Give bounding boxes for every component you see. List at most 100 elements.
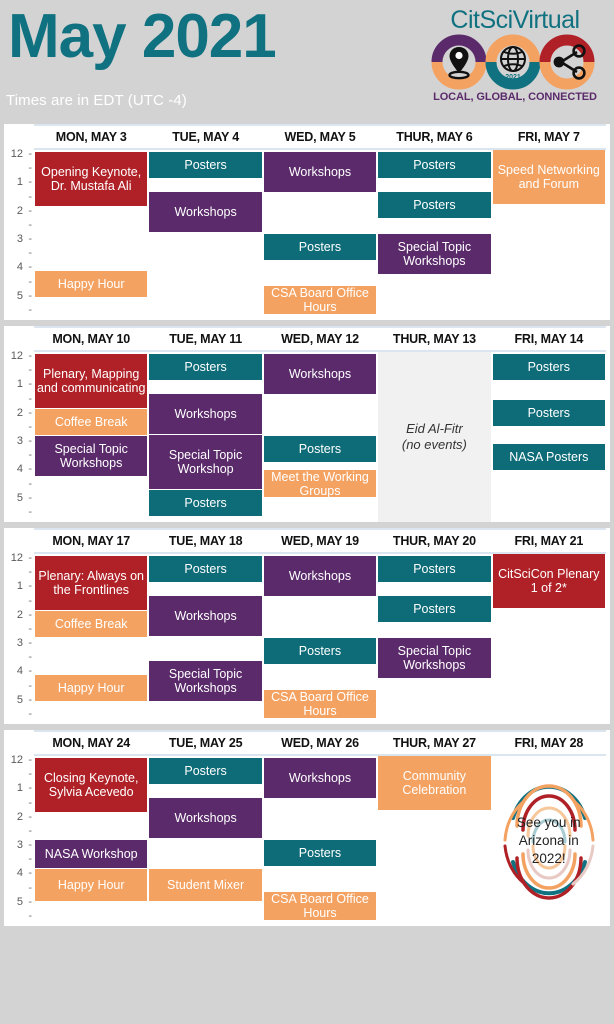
schedule-block[interactable]: Workshops bbox=[263, 556, 377, 596]
time-tick-dash: - bbox=[28, 350, 32, 362]
time-tick-dash: - bbox=[28, 810, 32, 823]
schedule-block[interactable]: Posters bbox=[378, 596, 491, 622]
schedule-block[interactable]: Posters bbox=[263, 638, 377, 664]
time-tick-dash: - bbox=[28, 707, 32, 720]
schedule-block-label: NASA Workshop bbox=[44, 847, 138, 861]
time-tick-label: 5 bbox=[16, 693, 23, 706]
schedule-block[interactable]: Posters bbox=[492, 354, 605, 380]
day-column: CitSciCon Plenary 1 of 2* bbox=[492, 554, 606, 724]
day-header: MON, MAY 10 bbox=[52, 332, 131, 346]
time-tick-label: 4 bbox=[16, 665, 23, 678]
schedule-block[interactable]: Opening Keynote, Dr. Mustafa Ali bbox=[35, 152, 148, 206]
schedule-block[interactable]: Posters bbox=[378, 192, 491, 218]
schedule-block-label: Happy Hour bbox=[57, 681, 125, 695]
time-tick-dash: - bbox=[28, 378, 32, 391]
schedule-block-label: Posters bbox=[298, 240, 342, 254]
schedule-block[interactable]: Happy Hour bbox=[35, 271, 148, 297]
day-header: MON, MAY 24 bbox=[52, 736, 131, 750]
schedule-block[interactable]: Special Topic Workshops bbox=[378, 638, 491, 678]
schedule-block[interactable]: Posters bbox=[149, 758, 262, 784]
time-tick-label: 12 bbox=[10, 754, 23, 766]
schedule-block[interactable]: NASA Workshop bbox=[35, 840, 148, 868]
schedule-block-label: Student Mixer bbox=[167, 878, 245, 892]
schedule-block[interactable]: CitSciCon Plenary 1 of 2* bbox=[492, 554, 605, 608]
schedule-block-label: Posters bbox=[527, 406, 570, 420]
schedule-block-label: Workshops bbox=[174, 407, 237, 421]
schedule-block[interactable]: Posters bbox=[263, 234, 377, 260]
time-tick-dash: - bbox=[28, 594, 32, 607]
schedule-block-label: Workshops bbox=[288, 165, 352, 179]
schedule-block[interactable]: Plenary: Always on the Frontlines bbox=[35, 556, 148, 610]
time-tick-dash: - bbox=[28, 477, 32, 490]
schedule-block[interactable]: Posters bbox=[492, 400, 605, 426]
schedule-block-label: Meet the Working Groups bbox=[271, 470, 369, 497]
day-column: Community Celebration bbox=[377, 756, 491, 926]
schedule-block-label: Posters bbox=[527, 360, 570, 374]
time-tick-dash: - bbox=[28, 853, 32, 866]
schedule-block[interactable]: Special Topic Workshops bbox=[149, 661, 262, 701]
schedule-block[interactable]: Special Topic Workshop bbox=[149, 435, 262, 489]
schedule-block[interactable]: Posters bbox=[378, 152, 491, 178]
schedule-block[interactable]: Coffee Break bbox=[35, 611, 148, 637]
schedule-block[interactable]: Student Mixer bbox=[149, 869, 262, 901]
time-tick-dash: - bbox=[28, 364, 32, 377]
schedule-block[interactable]: Happy Hour bbox=[35, 675, 148, 701]
schedule-block[interactable]: Plenary, Mapping and communicating bbox=[35, 354, 148, 408]
schedule-block[interactable]: CSA Board Office Hours bbox=[263, 286, 377, 314]
time-tick-dash: - bbox=[28, 637, 32, 649]
schedule-block[interactable]: Posters bbox=[263, 840, 377, 866]
day-header: FRI, MAY 14 bbox=[514, 332, 584, 346]
schedule-block[interactable]: Posters bbox=[149, 152, 262, 178]
schedule-block[interactable]: Workshops bbox=[149, 798, 262, 838]
schedule-block[interactable]: Speed Networking and Forum bbox=[492, 150, 605, 204]
day-header: TUE, MAY 11 bbox=[169, 332, 243, 346]
schedule-block[interactable]: Closing Keynote, Sylvia Acevedo bbox=[35, 758, 148, 812]
schedule-block[interactable]: Special Topic Workshops bbox=[35, 436, 148, 476]
schedule-block[interactable]: Posters bbox=[149, 490, 262, 516]
schedule-block-label: Posters bbox=[413, 602, 456, 616]
time-tick-dash: - bbox=[28, 552, 32, 564]
week-grid: 12- -1- -2- -3- -4- -5- - Closing Keynote, Sylv… bbox=[11, 754, 606, 926]
schedule-block[interactable]: Happy Hour bbox=[35, 869, 148, 901]
time-tick: - bbox=[4, 506, 34, 524]
time-tick-dash: - bbox=[28, 275, 32, 288]
schedule-block[interactable]: Meet the Working Groups bbox=[263, 470, 377, 497]
time-tick-dash: - bbox=[28, 679, 32, 692]
time-tick-label: 4 bbox=[16, 867, 23, 880]
schedule-block[interactable]: Workshops bbox=[149, 596, 262, 636]
time-tick-label: 3 bbox=[16, 637, 23, 649]
schedule-block[interactable]: Posters bbox=[263, 436, 377, 462]
schedule-block-label: Posters bbox=[184, 496, 227, 510]
schedule-block[interactable]: Workshops bbox=[149, 394, 262, 434]
schedule-block[interactable]: Workshops bbox=[263, 152, 377, 192]
schedule-block[interactable]: CSA Board Office Hours bbox=[263, 892, 377, 920]
day-column: Posters Workshops bbox=[148, 150, 262, 320]
time-tick-dash: - bbox=[28, 754, 32, 766]
schedule-block[interactable]: Workshops bbox=[263, 758, 377, 798]
time-tick-label: 3 bbox=[16, 839, 23, 851]
schedule-block[interactable]: Workshops bbox=[263, 354, 377, 394]
day-column: Posters Workshops Special Topic Workshops bbox=[148, 554, 262, 724]
day-header: TUE, MAY 4 bbox=[172, 130, 239, 144]
day-header-row: MON, MAY 24 TUE, MAY 25 WED, MAY 26 THUR, M… bbox=[34, 730, 606, 756]
schedule-block[interactable]: Community Celebration bbox=[378, 756, 491, 810]
time-tick-label: 1 bbox=[16, 378, 23, 391]
time-tick-label: 5 bbox=[16, 491, 23, 504]
no-events-note: Eid Al-Fitr (no events) bbox=[378, 352, 491, 522]
day-header: MON, MAY 3 bbox=[55, 130, 127, 144]
schedule-block[interactable]: Posters bbox=[149, 556, 262, 582]
schedule-block[interactable]: Coffee Break bbox=[35, 409, 148, 435]
schedule-block-label: Posters bbox=[298, 442, 342, 456]
schedule-block[interactable]: NASA Posters bbox=[492, 444, 605, 470]
day-column: Workshops Posters CSA Board Office Hours bbox=[263, 554, 377, 724]
schedule-block[interactable]: Special Topic Workshops bbox=[378, 234, 491, 274]
time-tick: - bbox=[4, 910, 34, 928]
schedule-block-label: Closing Keynote, Sylvia Acevedo bbox=[43, 771, 139, 799]
logo-rings-icon: 2021 bbox=[431, 34, 595, 90]
day-column: Opening Keynote, Dr. Mustafa Ali Happy Ho… bbox=[34, 150, 148, 320]
schedule-block[interactable]: Posters bbox=[378, 556, 491, 582]
schedule-block[interactable]: CSA Board Office Hours bbox=[263, 690, 377, 718]
time-tick-label: 2 bbox=[16, 810, 23, 823]
schedule-block[interactable]: Workshops bbox=[149, 192, 262, 232]
schedule-block[interactable]: Posters bbox=[149, 354, 262, 380]
